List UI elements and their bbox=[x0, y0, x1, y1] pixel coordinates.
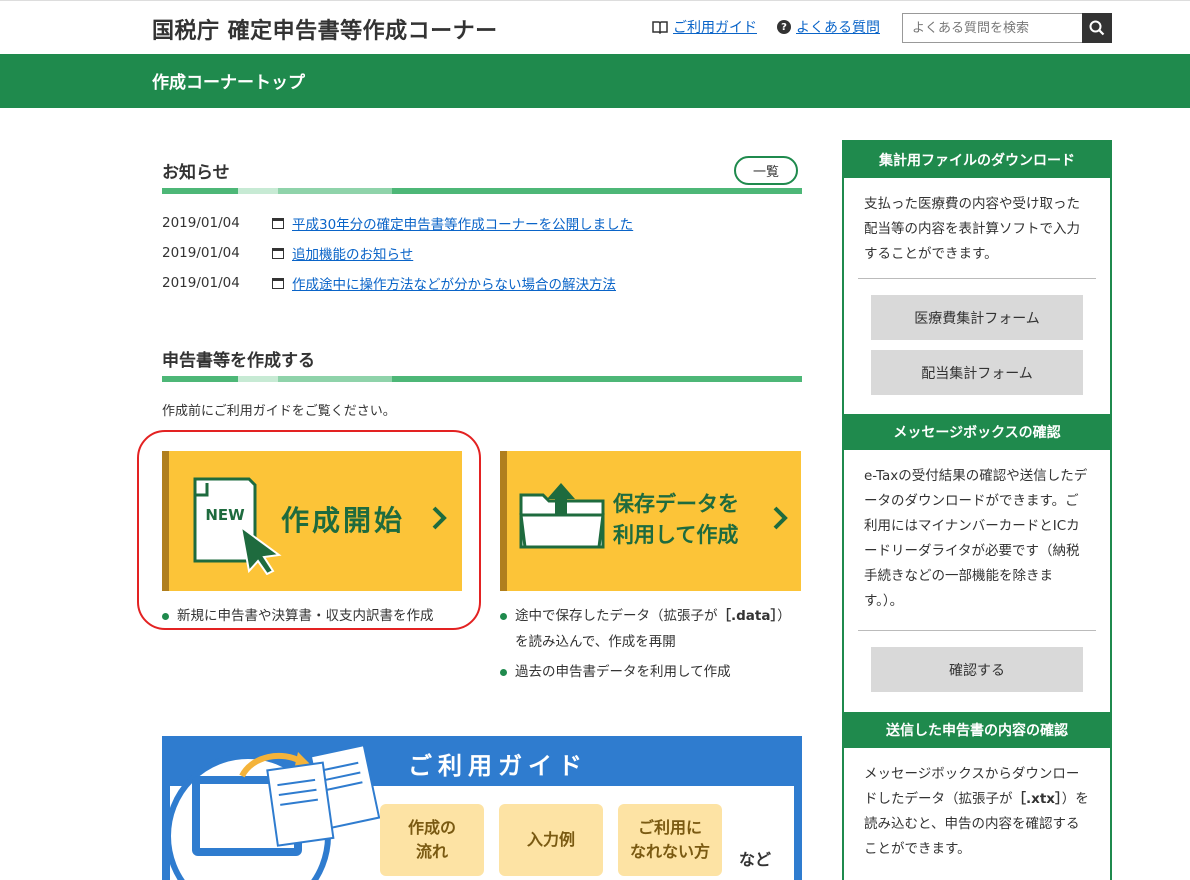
sent-return-panel-title: 送信した申告書の内容の確認 bbox=[844, 712, 1110, 748]
news-link[interactable]: 追加機能のお知らせ bbox=[292, 243, 413, 263]
faq-link[interactable]: ? よくある質問 bbox=[777, 17, 880, 37]
download-panel-title: 集計用ファイルのダウンロード bbox=[844, 142, 1110, 178]
search-button[interactable] bbox=[1082, 13, 1112, 43]
sent-return-panel-text: メッセージボックスからダウンロードしたデータ（拡張子が［.xtx］）を読み込むと… bbox=[844, 748, 1110, 862]
guide-unable-button[interactable]: ご利用に なれない方 bbox=[618, 804, 722, 876]
news-item: 2019/01/04 追加機能のお知らせ bbox=[162, 243, 413, 263]
use-saved-data-line1: 保存データを bbox=[613, 492, 739, 516]
guide-link[interactable]: ご利用ガイド bbox=[652, 17, 757, 37]
computer-docs-illustration bbox=[165, 744, 381, 880]
search-icon bbox=[1089, 20, 1105, 36]
guide-btn-line: 流れ bbox=[415, 842, 448, 861]
folder-upload-icon bbox=[519, 483, 605, 549]
nav-bar: 作成コーナートップ bbox=[0, 54, 1190, 108]
bullet-text: 途中で保存したデータ（拡張子が bbox=[515, 608, 718, 624]
guide-flow-button[interactable]: 作成の 流れ bbox=[380, 804, 484, 876]
guide-etc: など bbox=[739, 850, 772, 869]
news-date: 2019/01/04 bbox=[162, 245, 240, 261]
news-title: お知らせ bbox=[162, 163, 230, 183]
news-item: 2019/01/04 作成途中に操作方法などが分からない場合の解決方法 bbox=[162, 273, 616, 293]
new-window-icon bbox=[272, 217, 284, 229]
news-list-button[interactable]: 一覧 bbox=[734, 156, 798, 185]
guide-example-button[interactable]: 入力例 bbox=[499, 804, 603, 876]
messagebox-panel-title: メッセージボックスの確認 bbox=[844, 414, 1110, 450]
create-divider bbox=[162, 376, 802, 382]
chevron-right-icon bbox=[773, 506, 788, 530]
bullet-text: を読み込んで、作成を再開 bbox=[515, 634, 676, 650]
search-input[interactable] bbox=[902, 13, 1082, 43]
extension-code: ［.data］ bbox=[717, 608, 778, 624]
sent-return-panel: 送信した申告書の内容の確認 メッセージボックスからダウンロードしたデータ（拡張子… bbox=[842, 712, 1112, 880]
messagebox-panel-text: e-Taxの受付結果の確認や送信したデータのダウンロードができます。ご利用にはマ… bbox=[864, 468, 1088, 609]
use-saved-data-line2: 利用して作成 bbox=[613, 523, 739, 547]
news-item: 2019/01/04 平成30年分の確定申告書等作成コーナーを公開しました bbox=[162, 213, 633, 233]
new-document-icon: NEW bbox=[193, 477, 282, 575]
guide-btn-line: 作成の bbox=[407, 818, 456, 837]
news-date: 2019/01/04 bbox=[162, 275, 240, 291]
use-saved-data-label: 保存データを 利用して作成 bbox=[613, 489, 739, 551]
messagebox-panel: メッセージボックスの確認 e-Taxの受付結果の確認や送信したデータのダウンロー… bbox=[842, 414, 1112, 714]
guide-btn-line: ご利用に bbox=[637, 818, 702, 837]
check-messagebox-button[interactable]: 確認する bbox=[871, 647, 1083, 692]
guide-btn-line: 入力例 bbox=[526, 830, 575, 849]
create-title: 申告書等を作成する bbox=[162, 351, 315, 371]
use-saved-data-button[interactable]: 保存データを 利用して作成 bbox=[500, 451, 801, 591]
book-icon bbox=[652, 21, 668, 34]
bullet-text: 過去の申告書データを利用して作成 bbox=[515, 664, 731, 680]
download-panel: 集計用ファイルのダウンロード 支払った医療費の内容や受け取った配当等の内容を表計… bbox=[842, 140, 1112, 416]
list-item: 途中で保存したデータ（拡張子が［.data］） を読み込んで、作成を再開 bbox=[500, 603, 791, 655]
start-new-button[interactable]: NEW 作成開始 bbox=[162, 451, 462, 591]
start-new-label: 作成開始 bbox=[281, 504, 406, 537]
saved-bullets: 途中で保存したデータ（拡張子が［.data］） を読み込んで、作成を再開 過去の… bbox=[500, 603, 791, 685]
guide-banner[interactable]: ご利用ガイド 作成の流れ 入力例 ご利用になれない方 など bbox=[162, 736, 802, 880]
site-title[interactable]: 国税庁 確定申告書等作成コーナー bbox=[152, 13, 498, 45]
list-item: 過去の申告書データを利用して作成 bbox=[500, 659, 791, 685]
nav-title[interactable]: 作成コーナートップ bbox=[152, 68, 305, 93]
chevron-right-icon bbox=[432, 506, 447, 530]
guide-banner-title: ご利用ガイド bbox=[408, 752, 588, 780]
guide-btn-line: なれない方 bbox=[629, 842, 710, 861]
download-panel-text: 支払った医療費の内容や受け取った配当等の内容を表計算ソフトで入力することができま… bbox=[864, 196, 1080, 262]
new-window-icon bbox=[272, 277, 284, 289]
dividend-form-button[interactable]: 配当集計フォーム bbox=[871, 350, 1083, 395]
create-note: 作成前にご利用ガイドをご覧ください。 bbox=[162, 404, 396, 419]
news-link[interactable]: 作成途中に操作方法などが分からない場合の解決方法 bbox=[292, 273, 616, 293]
faq-link-label[interactable]: よくある質問 bbox=[796, 17, 880, 37]
guide-link-label[interactable]: ご利用ガイド bbox=[673, 17, 757, 37]
news-divider bbox=[162, 188, 802, 194]
extension-code: ［.xtx］ bbox=[1012, 791, 1062, 807]
question-icon: ? bbox=[777, 20, 791, 34]
new-badge-text: NEW bbox=[205, 506, 245, 524]
header: 国税庁 確定申告書等作成コーナー ご利用ガイド ? よくある質問 bbox=[0, 0, 1190, 54]
bullet-text: 新規に申告書や決算書・収支内訳書を作成 bbox=[177, 608, 434, 624]
bullet-text: ） bbox=[777, 608, 791, 624]
news-date: 2019/01/04 bbox=[162, 215, 240, 231]
medical-expense-form-button[interactable]: 医療費集計フォーム bbox=[871, 295, 1083, 340]
list-item: 新規に申告書や決算書・収支内訳書を作成 bbox=[162, 603, 434, 629]
new-window-icon bbox=[272, 247, 284, 259]
start-bullets: 新規に申告書や決算書・収支内訳書を作成 bbox=[162, 603, 434, 629]
news-link[interactable]: 平成30年分の確定申告書等作成コーナーを公開しました bbox=[292, 213, 633, 233]
